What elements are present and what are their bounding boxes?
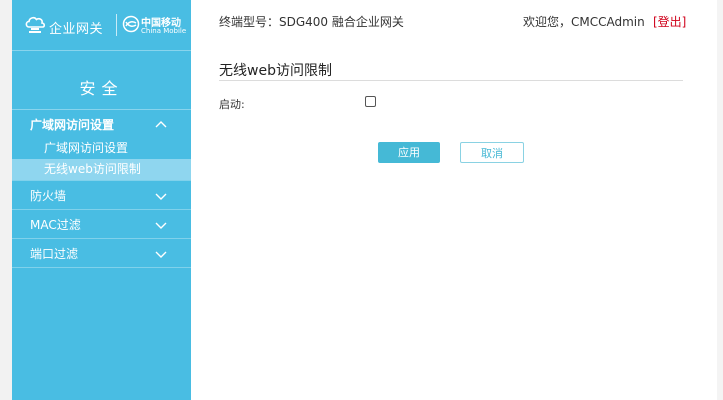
china-mobile-logo-icon [122,15,140,33]
chevron-down-icon [155,222,167,229]
cloud-gateway-icon [25,16,46,33]
apply-button[interactable]: 应用 [378,142,440,163]
menu-head-label: MAC过滤 [30,218,81,232]
menu-head-mac-filter[interactable]: MAC过滤 [12,210,191,239]
logout-link[interactable]: [登出] [653,13,686,30]
menu-group-wan-access: 广域网访问设置 广域网访问设置 无线web访问限制 [12,110,191,181]
device-model: 终端型号：SDG400 融合企业网关 [219,15,404,29]
menu-head-label: 广域网访问设置 [30,118,115,132]
title-divider [219,80,683,81]
menu-head-wan-access[interactable]: 广域网访问设置 [12,110,191,138]
sidebar-section-title: 安全 [12,51,191,110]
brand-header: 企业网关 中国移动 China Mobile [12,0,191,51]
chevron-down-icon [155,251,167,258]
sidebar: 企业网关 中国移动 China Mobile 安全 广域网访问设置 广域网访问设… [12,0,191,400]
right-gutter [717,0,723,400]
cancel-button[interactable]: 取消 [460,142,524,163]
welcome-text: 欢迎您，CMCCAdmin [523,15,645,29]
menu-head-label: 防火墙 [30,189,67,203]
left-gutter [0,0,12,400]
enable-checkbox[interactable] [365,96,376,107]
brand-divider [116,14,117,36]
sidebar-item-wireless-web-restriction[interactable]: 无线web访问限制 [12,159,191,180]
app-frame: 企业网关 中国移动 China Mobile 安全 广域网访问设置 广域网访问设… [0,0,723,400]
main-content: 无线web访问限制 启动: 应用 取消 [191,40,717,400]
sidebar-item-wan-access-settings[interactable]: 广域网访问设置 [12,138,191,159]
menu-head-port-filter[interactable]: 端口过滤 [12,239,191,268]
page-title: 无线web访问限制 [219,63,332,79]
submenu-wan-access: 广域网访问设置 无线web访问限制 [12,138,191,181]
chevron-up-icon [155,121,167,128]
product-name: 企业网关 [49,22,104,37]
operator-name-en: China Mobile [141,27,187,35]
enable-label: 启动: [219,98,245,111]
top-bar: 终端型号：SDG400 融合企业网关 欢迎您，CMCCAdmin [登出] [191,0,717,40]
menu-head-firewall[interactable]: 防火墙 [12,181,191,210]
menu-head-label: 端口过滤 [30,247,79,261]
chevron-down-icon [155,193,167,200]
